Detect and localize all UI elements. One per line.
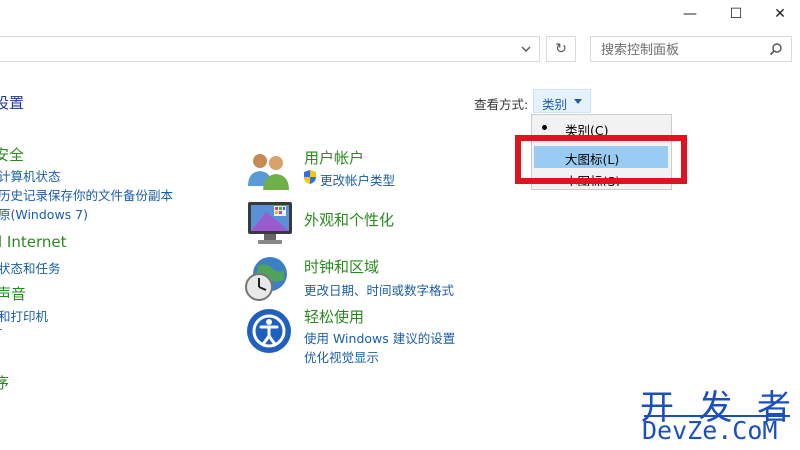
users-icon[interactable] xyxy=(246,150,292,192)
category-appearance-title[interactable]: 外观和个性化 xyxy=(304,209,394,230)
monitor-icon[interactable] xyxy=(246,200,294,246)
maximize-icon: ☐ xyxy=(729,6,743,22)
category-security-title[interactable]: 安全 xyxy=(0,144,24,165)
category-ease-of-access-title[interactable]: 轻松使用 xyxy=(304,306,364,327)
category-sound-title[interactable]: 声音 xyxy=(0,283,26,304)
maximize-button[interactable]: ☐ xyxy=(713,0,759,28)
refresh-icon: ↻ xyxy=(555,41,567,57)
category-security-link-2[interactable]: 历史记录保存你的文件备份副本 xyxy=(0,185,173,204)
refresh-button[interactable]: ↻ xyxy=(546,36,576,62)
user-accounts-link-change-type[interactable]: 更改帐户类型 xyxy=(320,170,395,189)
category-clock-region-title[interactable]: 时钟和区域 xyxy=(304,256,379,277)
view-by-label: 查看方式: xyxy=(474,97,529,112)
chevron-down-icon xyxy=(521,46,530,52)
view-by-value: 类别 xyxy=(542,97,568,112)
address-dropdown-button[interactable] xyxy=(512,36,540,62)
caret-down-icon xyxy=(574,99,582,104)
close-button[interactable]: ✕ xyxy=(757,0,800,28)
watermark-line-2: DevZe.CoM xyxy=(642,416,778,445)
page-title: 设置 xyxy=(0,94,25,112)
category-programs-title[interactable]: 序 xyxy=(0,372,9,393)
search-icon[interactable] xyxy=(769,42,783,56)
category-sound-link-2[interactable]: T xyxy=(0,326,2,341)
ease-of-access-link-recommended[interactable]: 使用 Windows 建议的设置 xyxy=(304,328,455,347)
category-security-link-3[interactable]: 原(Windows 7) xyxy=(0,204,88,223)
minimize-button[interactable]: — xyxy=(667,0,713,28)
minimize-icon: — xyxy=(683,6,697,22)
clock-region-link-change-formats[interactable]: 更改日期、时间或数字格式 xyxy=(304,280,454,299)
ease-of-access-icon[interactable] xyxy=(246,308,292,354)
search-box[interactable] xyxy=(590,36,792,62)
category-network-link-1[interactable]: 状态和任务 xyxy=(0,258,61,277)
selected-bullet-icon xyxy=(542,125,547,130)
clock-globe-icon[interactable] xyxy=(244,254,292,302)
uac-shield-icon xyxy=(304,170,316,184)
close-icon: ✕ xyxy=(774,6,786,22)
address-bar[interactable] xyxy=(0,36,540,62)
category-sound-link-1[interactable]: 和打印机 xyxy=(0,306,48,325)
highlight-annotation-box xyxy=(515,135,687,184)
ease-of-access-link-optimize-visual[interactable]: 优化视觉显示 xyxy=(304,347,379,366)
category-network-title[interactable]: l Internet xyxy=(0,233,67,251)
view-by-dropdown[interactable]: 类别 xyxy=(533,89,591,113)
search-input[interactable] xyxy=(599,38,773,62)
category-user-accounts-title[interactable]: 用户帐户 xyxy=(304,147,364,168)
category-security-link-1[interactable]: 计算机状态 xyxy=(0,166,61,185)
